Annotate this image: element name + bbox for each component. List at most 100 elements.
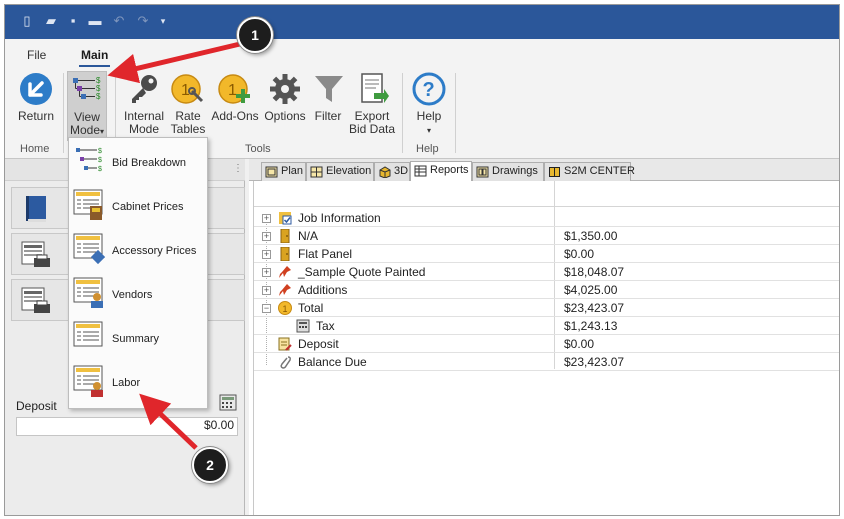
group-label-tools: Tools [245, 143, 271, 155]
tab-drawings[interactable]: Drawings [472, 162, 544, 181]
calculator-icon[interactable] [219, 394, 237, 411]
print-icon[interactable]: ▬ [87, 13, 103, 29]
plan-icon [265, 166, 278, 178]
view-mode-item-labor[interactable]: Labor [69, 360, 207, 404]
calculator-icon [296, 319, 310, 333]
report-row-value: $1,243.13 [564, 319, 618, 333]
save-icon[interactable]: ▪ [65, 13, 81, 29]
undo-icon[interactable]: ↶ [111, 13, 127, 29]
view-mode-item-label: Vendors [112, 289, 153, 301]
reports-grid-icon [414, 165, 427, 177]
add-ons-coin-icon: 1 [218, 74, 250, 104]
panel-grip-icon[interactable]: ⋮ [233, 163, 243, 174]
report-row-label: N/A [298, 229, 319, 243]
help-button[interactable]: ? Help ▾ [409, 71, 449, 137]
svg-text:?: ? [423, 79, 435, 101]
application-window: ▯ ▰ ▪ ▬ ↶ ↷ ▾ File Main Return Home $ $ … [4, 4, 840, 516]
expand-toggle-icon[interactable]: + [262, 250, 271, 259]
report-row-flat-panel[interactable]: + Flat Panel $0.00 [254, 245, 839, 263]
tab-elevation[interactable]: Elevation [306, 162, 374, 181]
open-folder-icon[interactable]: ▰ [43, 13, 59, 29]
svg-text:1: 1 [283, 304, 288, 314]
filter-funnel-icon [315, 76, 343, 102]
add-ons-button[interactable]: 1 Add-Ons [210, 71, 260, 123]
report-sheet: + Job Information + N/A $1,350.00 + Flat Panel… [253, 181, 839, 515]
group-separator [455, 73, 456, 153]
view-mode-item-summary[interactable]: Summary [69, 316, 207, 360]
expand-toggle-icon[interactable]: − [262, 304, 271, 313]
key-icon [132, 75, 157, 103]
options-button[interactable]: Options [261, 71, 309, 123]
view-mode-item-label: Accessory Prices [112, 245, 197, 257]
help-question-icon: ? [412, 72, 446, 106]
view-mode-item-bid-breakdown[interactable]: $ $ $ Bid Breakdown [69, 140, 207, 184]
tab-3d[interactable]: 3D [374, 162, 410, 181]
view-mode-item-accessory-prices[interactable]: Accessory Prices [69, 228, 207, 272]
report-row-label: Additions [298, 283, 348, 297]
paperclip-icon [280, 356, 291, 369]
expand-toggle-icon[interactable]: + [262, 214, 271, 223]
tab-s2m-center[interactable]: S2M CENTER [544, 162, 635, 181]
rate-tables-button[interactable]: 1 Rate Tables [169, 71, 207, 136]
tab-plan[interactable]: Plan [261, 162, 306, 181]
return-button[interactable]: Return [13, 71, 59, 123]
customize-toolbar-icon[interactable]: ▾ [155, 13, 171, 29]
redo-icon[interactable]: ↷ [135, 13, 151, 29]
cabinet-icon [280, 247, 290, 261]
svg-text:1: 1 [228, 82, 237, 99]
expand-toggle-icon[interactable]: + [262, 268, 271, 277]
report-row-value: $23,423.07 [564, 301, 625, 315]
new-file-icon[interactable]: ▯ [19, 13, 35, 29]
s2m-center-icon [549, 167, 560, 177]
elevation-icon [310, 166, 323, 178]
group-label-home: Home [20, 143, 50, 155]
labor-icon [73, 365, 103, 397]
report-row-value: $23,423.07 [564, 355, 625, 369]
report-row-sample-quote-painted[interactable]: + _Sample Quote Painted $18,048.07 [254, 263, 839, 281]
accessory-prices-icon [73, 233, 105, 265]
report-row-label: Job Information [298, 211, 381, 225]
group-label-help: Help [416, 143, 439, 155]
view-mode-button[interactable]: $ $ $ View Mode▾ [67, 71, 107, 141]
internal-mode-button[interactable]: Internal Mode [121, 71, 167, 136]
tab-main[interactable]: Main [78, 48, 111, 67]
book-icon [26, 196, 46, 222]
pin-icon [279, 266, 291, 278]
report-row-n-a[interactable]: + N/A $1,350.00 [254, 227, 839, 245]
report-row-job-information[interactable]: + Job Information [254, 209, 839, 227]
filter-button[interactable]: Filter [311, 71, 345, 123]
report-row-label: Deposit [298, 337, 339, 351]
svg-text:$: $ [98, 166, 102, 173]
report-row-label: Flat Panel [298, 247, 353, 261]
print-report-icon [21, 241, 50, 267]
dropdown-caret-icon: ▾ [426, 126, 431, 135]
report-row-tax[interactable]: Tax $1,243.13 [254, 317, 839, 335]
rate-tables-coin-icon: 1 [171, 74, 204, 104]
deposit-amount-field[interactable]: $0.00 [16, 417, 238, 436]
view-mode-item-cabinet-prices[interactable]: Cabinet Prices [69, 184, 207, 228]
tab-file[interactable]: File [27, 48, 46, 62]
report-row-deposit[interactable]: Deposit $0.00 [254, 335, 839, 353]
3d-cube-icon [379, 166, 391, 178]
vendors-icon [73, 277, 103, 308]
expand-toggle-icon[interactable]: + [262, 286, 271, 295]
report-row-value: $18,048.07 [564, 265, 625, 279]
tab-reports[interactable]: Reports [410, 161, 472, 181]
report-row-additions[interactable]: + Additions $4,025.00 [254, 281, 839, 299]
view-mode-item-label: Labor [112, 377, 141, 389]
report-area: Plan Elevation 3D Reports Drawings S2M C… [249, 159, 839, 515]
export-bid-data-button[interactable]: Export Bid Data [347, 71, 397, 136]
expand-toggle-icon[interactable]: + [262, 232, 271, 241]
title-bar: ▯ ▰ ▪ ▬ ↶ ↷ ▾ [5, 5, 839, 39]
report-row-balance-due[interactable]: Balance Due $23,423.07 [254, 353, 839, 371]
return-arrow-icon [20, 73, 52, 105]
gear-icon [270, 74, 300, 104]
view-mode-item-label: Cabinet Prices [112, 201, 184, 213]
view-mode-dropdown: $ $ $ Bid Breakdown Cabinet Prices Accessory … [68, 137, 208, 409]
view-mode-item-label: Summary [112, 333, 160, 345]
group-separator [402, 73, 403, 153]
document-tabs: Plan Elevation 3D Reports Drawings S2M C… [249, 159, 839, 181]
report-row-label: _Sample Quote Painted [298, 265, 426, 279]
report-row-total[interactable]: − 1 Total $23,423.07 [254, 299, 839, 317]
view-mode-item-vendors[interactable]: Vendors [69, 272, 207, 316]
